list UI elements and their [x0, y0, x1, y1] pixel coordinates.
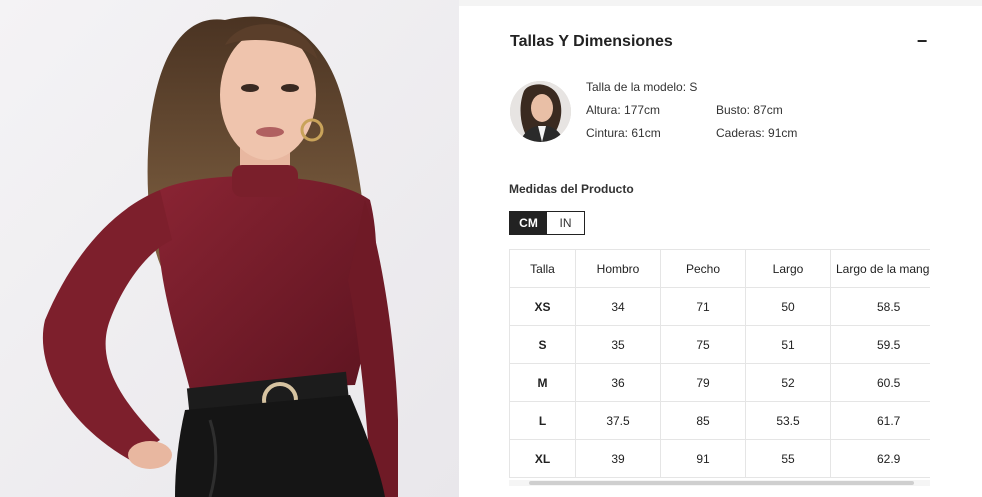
model-waist: Cintura: 61cm: [586, 126, 661, 140]
table-row: L 37.5 85 53.5 61.7: [509, 401, 930, 440]
cell-length: 52: [745, 363, 831, 402]
panel-top-divider: [459, 0, 982, 6]
header-size: Talla: [509, 249, 576, 288]
cell-shoulder: 34: [575, 287, 661, 326]
minus-icon[interactable]: −: [914, 31, 930, 51]
table-row: M 36 79 52 60.5: [509, 363, 930, 402]
product-photo: [0, 0, 459, 497]
header-chest: Pecho: [660, 249, 746, 288]
cell-chest: 85: [660, 401, 746, 440]
header-sleeve-length: Largo de la manga: [830, 249, 930, 288]
cell-sleeve: 62.9: [830, 439, 930, 478]
unit-in-button[interactable]: IN: [547, 212, 584, 234]
table-row: XS 34 71 50 58.5: [509, 287, 930, 326]
cell-shoulder: 39: [575, 439, 661, 478]
cell-chest: 79: [660, 363, 746, 402]
table-scrollbar[interactable]: [509, 480, 930, 486]
cell-length: 53.5: [745, 401, 831, 440]
avatar-image: [510, 81, 571, 142]
cell-length: 55: [745, 439, 831, 478]
cell-size: XS: [509, 287, 576, 326]
cell-sleeve: 59.5: [830, 325, 930, 364]
table-row: XL 39 91 55 62.9: [509, 439, 930, 478]
cell-chest: 75: [660, 325, 746, 364]
model-height: Altura: 177cm: [586, 103, 661, 117]
table-header-row: Talla Hombro Pecho Largo Largo de la man…: [509, 249, 930, 288]
model-illustration: [0, 0, 459, 497]
table-row: S 35 75 51 59.5: [509, 325, 930, 364]
cell-chest: 91: [660, 439, 746, 478]
cell-size: XL: [509, 439, 576, 478]
cell-length: 50: [745, 287, 831, 326]
cell-sleeve: 61.7: [830, 401, 930, 440]
size-table: Talla Hombro Pecho Largo Largo de la man…: [509, 249, 930, 478]
cell-sleeve: 60.5: [830, 363, 930, 402]
header-shoulder: Hombro: [575, 249, 661, 288]
unit-cm-button[interactable]: CM: [510, 212, 547, 234]
size-panel: Tallas Y Dimensiones − Talla de la model…: [459, 0, 982, 497]
cell-size: M: [509, 363, 576, 402]
header-length: Largo: [745, 249, 831, 288]
model-size: Talla de la modelo: S: [586, 80, 698, 94]
scrollbar-thumb[interactable]: [529, 481, 914, 485]
cell-sleeve: 58.5: [830, 287, 930, 326]
model-hips: Caderas: 91cm: [716, 126, 798, 140]
unit-toggle: CM IN: [509, 211, 585, 235]
cell-length: 51: [745, 325, 831, 364]
cell-size: S: [509, 325, 576, 364]
cell-shoulder: 36: [575, 363, 661, 402]
cell-chest: 71: [660, 287, 746, 326]
cell-shoulder: 37.5: [575, 401, 661, 440]
size-table-container[interactable]: Talla Hombro Pecho Largo Largo de la man…: [509, 249, 930, 479]
model-avatar: [510, 81, 571, 142]
cell-shoulder: 35: [575, 325, 661, 364]
model-bust: Busto: 87cm: [716, 103, 783, 117]
product-measurements-title: Medidas del Producto: [509, 182, 634, 196]
cell-size: L: [509, 401, 576, 440]
section-title: Tallas Y Dimensiones: [510, 33, 673, 50]
model-info: Talla de la modelo: S Altura: 177cm Bust…: [586, 80, 797, 149]
